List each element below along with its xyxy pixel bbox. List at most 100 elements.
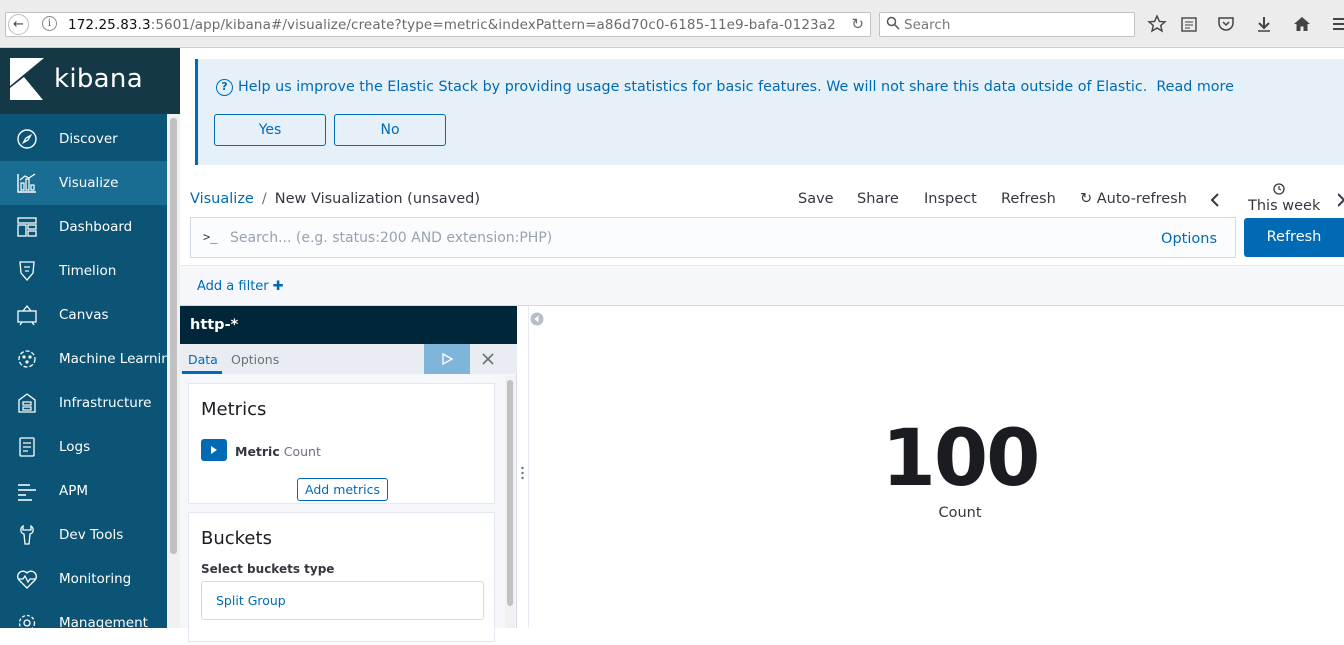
sidebar-item-label: Infrastructure: [59, 395, 152, 411]
kibana-logo-text: kibana: [54, 64, 143, 94]
sidebar-item-label: Timelion: [59, 263, 117, 279]
split-group-button[interactable]: Split Group: [201, 581, 484, 620]
no-button[interactable]: No: [334, 114, 446, 146]
visualize-icon: [17, 173, 36, 193]
tab-data[interactable]: Data: [188, 352, 218, 367]
auto-refresh-button[interactable]: ↻ Auto-refresh: [1080, 191, 1187, 207]
sidebar-item-label: Logs: [59, 439, 91, 455]
search-placeholder: Search: [904, 17, 951, 33]
infrastructure-icon: [18, 393, 36, 413]
sidebar-item-visualize[interactable]: Visualize: [0, 161, 167, 205]
buckets-type-label: Select buckets type: [201, 562, 335, 576]
breadcrumb-visualize[interactable]: Visualize: [190, 191, 254, 207]
editor-scroll-thumb[interactable]: [507, 380, 513, 606]
query-bar[interactable]: >_ Search... (e.g. status:200 AND extens…: [190, 217, 1236, 258]
sidebar-item-label: Dev Tools: [59, 527, 124, 543]
discard-changes-icon[interactable]: [480, 351, 496, 367]
sidebar-item-apm[interactable]: APM: [0, 469, 167, 513]
sidebar: kibana Discover Visualize Dashboard Time…: [0, 48, 180, 632]
bookmark-star-icon[interactable]: [1147, 14, 1167, 34]
apm-icon: [18, 484, 36, 501]
time-picker-button[interactable]: This week: [1248, 198, 1320, 214]
home-icon[interactable]: [1292, 14, 1312, 34]
sidebar-item-monitoring[interactable]: Monitoring: [0, 557, 167, 601]
add-metrics-button[interactable]: Add metrics: [297, 478, 388, 501]
sidebar-item-dashboard[interactable]: Dashboard: [0, 205, 167, 249]
sidebar-scroll-thumb[interactable]: [170, 118, 177, 554]
sidebar-item-management[interactable]: Management: [0, 601, 167, 645]
sidebar-item-label: Visualize: [59, 175, 119, 191]
sidebar-item-infrastructure[interactable]: Infrastructure: [0, 381, 167, 425]
panel-resizer[interactable]: [517, 306, 529, 628]
devtools-icon: [20, 524, 34, 545]
canvas-icon: [17, 304, 37, 326]
plus-icon: ✚: [272, 279, 284, 294]
add-filter-button[interactable]: Add a filter ✚: [197, 279, 284, 294]
share-button[interactable]: Share: [857, 191, 899, 207]
metric-agg-value: Count: [283, 444, 321, 459]
address-bar[interactable]: ← i 172.25.83.3:5601/app/kibana#/visuali…: [5, 12, 871, 37]
sidebar-item-label: Dashboard: [59, 219, 133, 235]
reading-list-icon[interactable]: [1179, 14, 1199, 34]
filter-bar: Add a filter ✚: [180, 265, 1344, 306]
auto-refresh-label: Auto-refresh: [1096, 191, 1187, 207]
sidebar-item-logs[interactable]: Logs: [0, 425, 167, 469]
telemetry-banner: ? Help us improve the Elastic Stack by p…: [195, 59, 1344, 165]
yes-button[interactable]: Yes: [214, 114, 326, 146]
caret-right-icon: [211, 446, 217, 454]
metric-label: Metric: [235, 444, 280, 459]
compass-icon: [17, 129, 37, 149]
metric-agg-row[interactable]: Metric Count: [235, 444, 321, 459]
sidebar-item-label: Management: [59, 615, 148, 631]
url-text: 172.25.83.3:5601/app/kibana#/visualize/c…: [68, 17, 836, 33]
question-icon: ?: [216, 79, 233, 96]
banner-message: Help us improve the Elastic Stack by pro…: [238, 79, 1234, 95]
tab-options[interactable]: Options: [231, 352, 279, 367]
kibana-logo-icon: [10, 58, 44, 100]
dashboard-icon: [17, 217, 37, 237]
clock-icon: [1273, 183, 1285, 195]
vis-editor-panel: http-* Data Options Metrics Metric Count…: [180, 306, 517, 642]
chevron-right-icon[interactable]: [1338, 193, 1344, 207]
query-input[interactable]: Search... (e.g. status:200 AND extension…: [230, 230, 552, 246]
metrics-section: Metrics Metric Count Add metrics: [188, 383, 495, 504]
inspect-button[interactable]: Inspect: [924, 191, 977, 207]
read-more-link[interactable]: Read more: [1156, 79, 1234, 95]
sidebar-item-timelion[interactable]: Timelion: [0, 249, 167, 293]
search-icon: [886, 16, 900, 30]
monitoring-icon: [17, 570, 37, 589]
logs-icon: [19, 437, 35, 457]
menu-icon[interactable]: [1330, 14, 1344, 34]
timelion-icon: [19, 261, 35, 281]
refresh-cycle-icon: ↻: [1080, 191, 1093, 207]
buckets-section: Buckets Select buckets type Split Group: [188, 512, 495, 642]
pocket-icon[interactable]: [1216, 14, 1236, 34]
sidebar-item-label: Monitoring: [59, 571, 132, 587]
save-button[interactable]: Save: [798, 191, 834, 207]
sidebar-item-label: Machine Learning: [59, 351, 179, 367]
sidebar-item-canvas[interactable]: Canvas: [0, 293, 167, 337]
browser-toolbar: ← i 172.25.83.3:5601/app/kibana#/visuali…: [0, 0, 1344, 48]
query-options-button[interactable]: Options: [1161, 231, 1217, 247]
reload-icon[interactable]: ↻: [851, 15, 864, 33]
info-icon[interactable]: i: [42, 16, 57, 31]
query-prompt-icon: >_: [203, 230, 218, 244]
download-icon[interactable]: [1254, 14, 1274, 34]
kibana-logo[interactable]: kibana: [0, 48, 180, 114]
metric-expand-toggle[interactable]: [201, 439, 227, 461]
back-icon[interactable]: ←: [8, 14, 29, 35]
metric-value: 100: [881, 414, 1041, 504]
active-tab-indicator: [182, 371, 222, 374]
apply-changes-button[interactable]: [424, 344, 470, 374]
page-title: New Visualization (unsaved): [274, 191, 481, 207]
sidebar-item-dev-tools[interactable]: Dev Tools: [0, 513, 167, 557]
sidebar-item-machine-learning[interactable]: Machine Learning: [0, 337, 178, 381]
gear-icon: [18, 614, 36, 632]
collapse-sidebar-icon[interactable]: [530, 312, 544, 326]
refresh-button[interactable]: Refresh: [1244, 218, 1344, 257]
sidebar-item-discover[interactable]: Discover: [0, 117, 167, 161]
chevron-left-icon[interactable]: [1210, 193, 1220, 207]
refresh-menu-button[interactable]: Refresh: [1001, 191, 1056, 207]
browser-search-input[interactable]: Search: [879, 12, 1135, 37]
editor-scrollbar[interactable]: [505, 376, 515, 628]
